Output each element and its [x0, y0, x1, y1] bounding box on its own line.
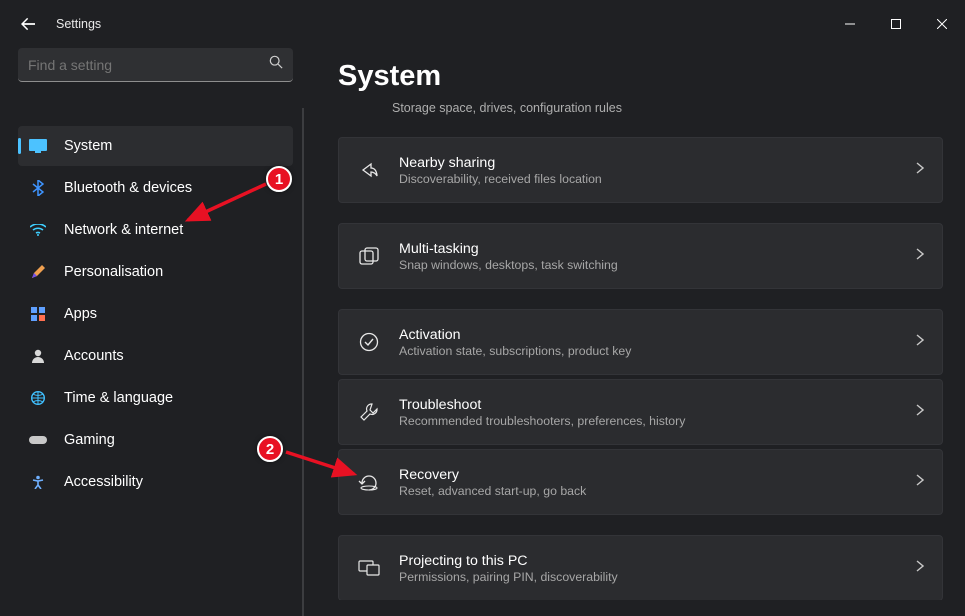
annotation-badge-1: 1 [266, 166, 292, 192]
sidebar-item-gaming[interactable]: Gaming [18, 420, 293, 460]
project-icon [357, 556, 381, 580]
share-icon [357, 158, 381, 182]
card-subtitle: Permissions, pairing PIN, discoverabilit… [399, 570, 916, 584]
search-input[interactable] [28, 57, 269, 73]
paintbrush-icon [28, 262, 48, 282]
partial-card-subtitle: Storage space, drives, configuration rul… [338, 101, 943, 115]
sidebar-item-apps[interactable]: Apps [18, 294, 293, 334]
card-title: Recovery [399, 467, 916, 483]
card-title: Activation [399, 327, 916, 343]
sidebar-item-personalisation[interactable]: Personalisation [18, 252, 293, 292]
card-subtitle: Discoverability, received files location [399, 172, 916, 186]
card-multitasking[interactable]: Multi-tasking Snap windows, desktops, ta… [338, 223, 943, 289]
nav-label: Gaming [64, 432, 115, 448]
card-subtitle: Recommended troubleshooters, preferences… [399, 414, 916, 428]
arrow-left-icon [21, 17, 35, 31]
card-title: Nearby sharing [399, 155, 916, 171]
nav-label: Personalisation [64, 264, 163, 280]
multitask-icon [357, 244, 381, 268]
apps-icon [28, 304, 48, 324]
person-icon [28, 346, 48, 366]
card-subtitle: Snap windows, desktops, task switching [399, 258, 916, 272]
wrench-icon [357, 400, 381, 424]
close-button[interactable] [919, 7, 965, 41]
window-controls [827, 7, 965, 41]
check-circle-icon [357, 330, 381, 354]
nav-label: Accounts [64, 348, 124, 364]
back-button[interactable] [18, 14, 38, 34]
chevron-right-icon [916, 403, 924, 421]
card-title: Multi-tasking [399, 241, 916, 257]
card-recovery[interactable]: Recovery Reset, advanced start-up, go ba… [338, 449, 943, 515]
card-nearby-sharing[interactable]: Nearby sharing Discoverability, received… [338, 137, 943, 203]
nav-label: Bluetooth & devices [64, 180, 192, 196]
nav-label: Accessibility [64, 474, 143, 490]
bluetooth-icon [28, 178, 48, 198]
globe-icon [28, 388, 48, 408]
search-box[interactable] [18, 48, 293, 82]
search-icon [269, 55, 283, 74]
nav-label: Network & internet [64, 222, 183, 238]
card-subtitle: Activation state, subscriptions, product… [399, 344, 916, 358]
chevron-right-icon [916, 473, 924, 491]
card-title: Troubleshoot [399, 397, 916, 413]
chevron-right-icon [916, 161, 924, 179]
gamepad-icon [28, 430, 48, 450]
chevron-right-icon [916, 559, 924, 577]
sidebar-item-system[interactable]: System [18, 126, 293, 166]
titlebar: Settings [0, 0, 965, 48]
nav-list: System Bluetooth & devices Network & int… [18, 126, 296, 502]
card-subtitle: Reset, advanced start-up, go back [399, 484, 916, 498]
minimize-button[interactable] [827, 7, 873, 41]
chevron-right-icon [916, 247, 924, 265]
card-title: Projecting to this PC [399, 553, 916, 569]
minimize-icon [845, 19, 855, 29]
maximize-button[interactable] [873, 7, 919, 41]
sidebar-item-network[interactable]: Network & internet [18, 210, 293, 250]
sidebar-item-accounts[interactable]: Accounts [18, 336, 293, 376]
wifi-icon [28, 220, 48, 240]
maximize-icon [891, 19, 901, 29]
sidebar-item-time-language[interactable]: Time & language [18, 378, 293, 418]
card-activation[interactable]: Activation Activation state, subscriptio… [338, 309, 943, 375]
page-title: System [338, 60, 943, 93]
sidebar: System Bluetooth & devices Network & int… [0, 48, 310, 600]
app-title: Settings [56, 17, 101, 31]
scrollbar[interactable] [302, 108, 304, 616]
nav-label: System [64, 138, 112, 154]
display-icon [28, 136, 48, 156]
annotation-badge-2: 2 [257, 436, 283, 462]
sidebar-item-accessibility[interactable]: Accessibility [18, 462, 293, 502]
close-icon [937, 19, 947, 29]
nav-label: Apps [64, 306, 97, 322]
accessibility-icon [28, 472, 48, 492]
main-panel: System Storage space, drives, configurat… [310, 48, 965, 600]
recovery-icon [357, 470, 381, 494]
nav-label: Time & language [64, 390, 173, 406]
chevron-right-icon [916, 333, 924, 351]
card-troubleshoot[interactable]: Troubleshoot Recommended troubleshooters… [338, 379, 943, 445]
sidebar-item-bluetooth[interactable]: Bluetooth & devices [18, 168, 293, 208]
card-projecting[interactable]: Projecting to this PC Permissions, pairi… [338, 535, 943, 600]
